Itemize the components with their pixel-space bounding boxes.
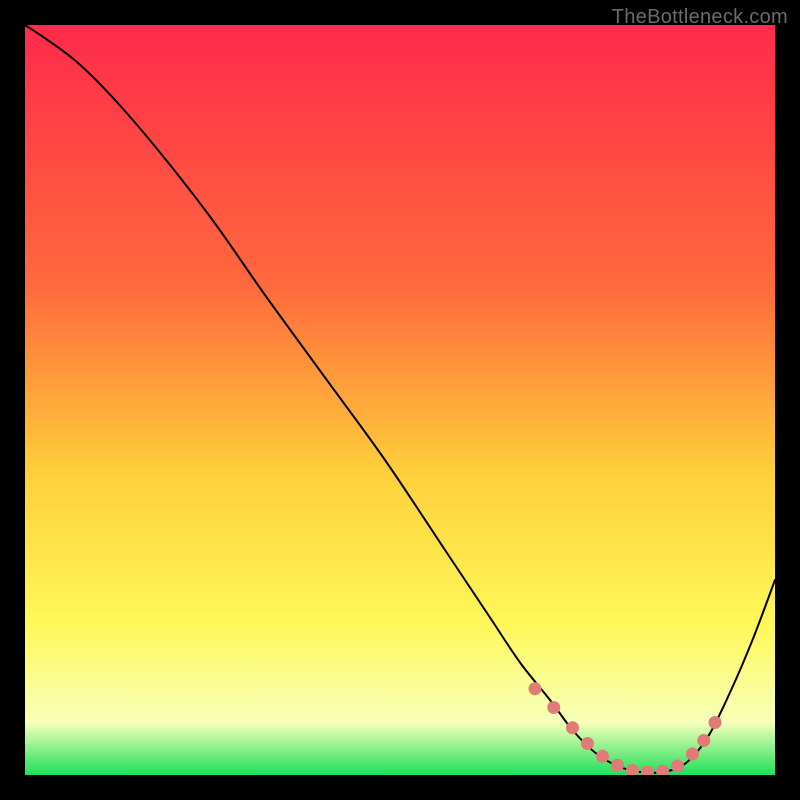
optimal-marker <box>581 737 594 750</box>
bottleneck-chart <box>25 25 775 775</box>
optimal-marker <box>671 760 684 773</box>
chart-svg <box>25 25 775 775</box>
optimal-marker <box>686 748 699 761</box>
chart-frame: TheBottleneck.com <box>0 0 800 800</box>
optimal-marker <box>547 701 560 714</box>
optimal-marker <box>566 721 579 734</box>
optimal-marker <box>529 682 542 695</box>
optimal-marker <box>596 750 609 763</box>
optimal-marker <box>709 716 722 729</box>
optimal-marker <box>697 734 710 747</box>
optimal-marker <box>611 759 624 772</box>
gradient-background <box>25 25 775 775</box>
